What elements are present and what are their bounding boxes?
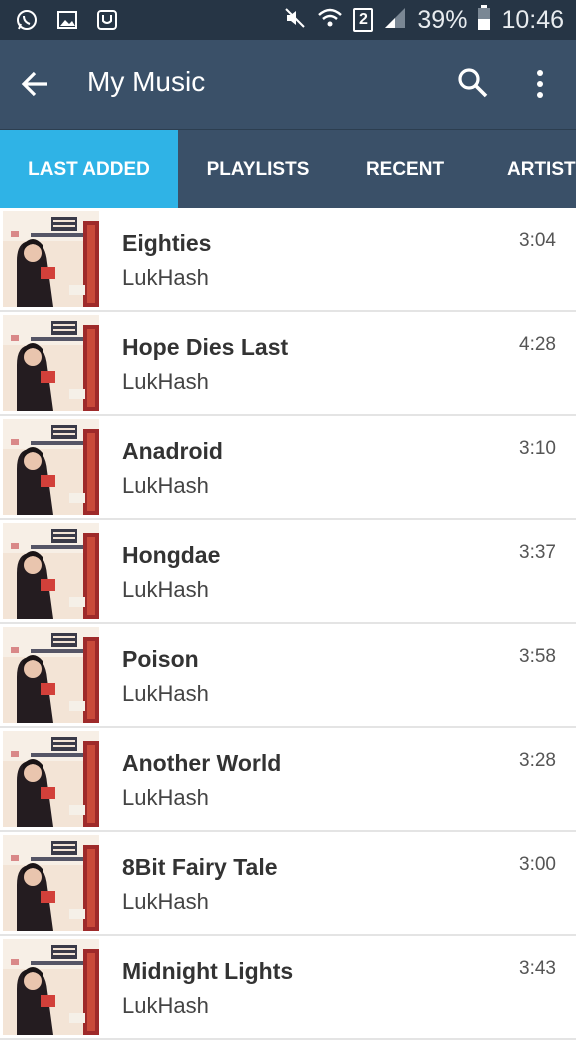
tab-playlists[interactable]: PLAYLISTS (178, 130, 338, 208)
song-duration: 3:43 (519, 958, 556, 979)
album-art (3, 419, 99, 515)
song-duration: 4:28 (519, 334, 556, 355)
song-row[interactable]: Hope Dies Last LukHash 4:28 (0, 312, 576, 416)
song-row[interactable]: Midnight Lights LukHash 3:43 (0, 936, 576, 1040)
song-title: Hongdae (122, 542, 221, 568)
signal-icon (383, 6, 407, 35)
song-title: 8Bit Fairy Tale (122, 854, 278, 880)
song-duration: 3:00 (519, 854, 556, 875)
tab-recent[interactable]: RECENT (338, 130, 472, 208)
notification-icons (14, 7, 120, 33)
album-art (3, 211, 99, 307)
voicemail-icon (94, 7, 120, 33)
page-title: My Music (87, 66, 206, 97)
song-row[interactable]: Poison LukHash 3:58 (0, 624, 576, 728)
song-duration: 3:04 (519, 230, 556, 251)
song-title: Eighties (122, 230, 212, 256)
song-title: Another World (122, 750, 282, 776)
song-artist: LukHash (122, 993, 209, 1018)
song-artist: LukHash (122, 577, 209, 602)
back-arrow-icon[interactable] (20, 64, 52, 104)
album-art (3, 731, 99, 827)
song-artist: LukHash (122, 889, 209, 914)
song-row[interactable]: Eighties LukHash 3:04 (0, 208, 576, 312)
clock: 10:46 (501, 5, 564, 34)
tab-last-added[interactable]: LAST ADDED (0, 130, 178, 208)
song-artist: LukHash (122, 785, 209, 810)
gallery-icon (54, 7, 80, 33)
album-art (3, 315, 99, 411)
song-list: Eighties LukHash 3:04 Hope Dies Last Luk… (0, 208, 576, 1040)
song-title: Poison (122, 646, 199, 672)
wifi-icon (317, 6, 343, 35)
more-vert-icon[interactable] (530, 66, 550, 102)
song-duration: 3:58 (519, 646, 556, 667)
song-title: Hope Dies Last (122, 334, 289, 360)
battery-icon (477, 4, 491, 36)
app-bar: My Music (0, 40, 576, 129)
song-row[interactable]: Hongdae LukHash 3:37 (0, 520, 576, 624)
song-artist: LukHash (122, 681, 209, 706)
battery-percent: 39% (417, 5, 468, 34)
song-duration: 3:37 (519, 542, 556, 563)
search-icon[interactable] (456, 66, 492, 102)
song-row[interactable]: 8Bit Fairy Tale LukHash 3:00 (0, 832, 576, 936)
song-title: Anadroid (122, 438, 223, 464)
song-row[interactable]: Another World LukHash 3:28 (0, 728, 576, 832)
album-art (3, 627, 99, 723)
song-artist: LukHash (122, 369, 209, 394)
system-icons: 2 39% 10:46 (283, 4, 564, 36)
song-artist: LukHash (122, 473, 209, 498)
sim-indicator: 2 (353, 8, 374, 32)
album-art (3, 835, 99, 931)
album-art (3, 939, 99, 1035)
tab-bar: LAST ADDED PLAYLISTS RECENT ARTISTS (0, 129, 576, 208)
mute-icon (283, 6, 307, 35)
tab-artists[interactable]: ARTISTS (472, 130, 576, 208)
whatsapp-icon (14, 7, 40, 33)
album-art (3, 523, 99, 619)
song-row[interactable]: Anadroid LukHash 3:10 (0, 416, 576, 520)
status-bar: 2 39% 10:46 (0, 0, 576, 40)
song-duration: 3:10 (519, 438, 556, 459)
song-artist: LukHash (122, 265, 209, 290)
song-duration: 3:28 (519, 750, 556, 771)
song-title: Midnight Lights (122, 958, 294, 984)
